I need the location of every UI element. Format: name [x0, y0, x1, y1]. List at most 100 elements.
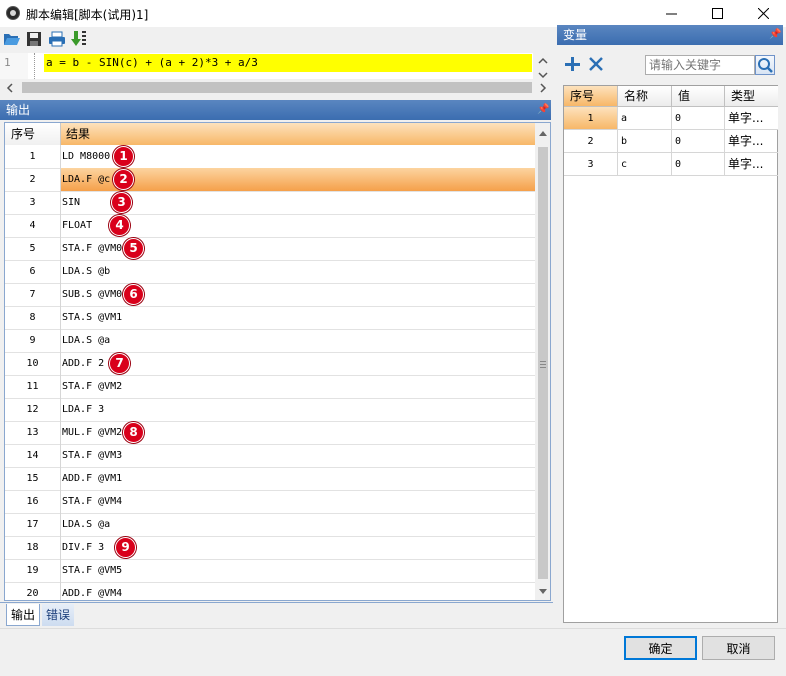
table-row[interactable]: 17 LDA.S @a — [5, 513, 535, 537]
variable-value-cell[interactable]: 0 — [672, 107, 725, 130]
editor-horizontal-scroll-thumb[interactable] — [22, 82, 532, 93]
ok-button[interactable]: 确定 — [624, 636, 697, 660]
row-index: 6 — [5, 260, 61, 283]
step-badge: 9 — [115, 537, 136, 558]
search-button[interactable] — [755, 55, 775, 75]
var-header-index[interactable]: 序号 — [564, 86, 618, 107]
variable-search-input[interactable] — [645, 55, 755, 75]
pin-icon[interactable]: 📌 — [537, 100, 549, 120]
table-row[interactable]: 6 LDA.S @b — [5, 260, 535, 284]
row-result: STA.F @VM3 — [62, 450, 123, 461]
variable-name-cell[interactable]: b — [618, 130, 672, 153]
variable-index-cell[interactable]: 2 — [564, 130, 618, 153]
variable-type-cell[interactable]: 单字... — [725, 130, 778, 153]
table-row[interactable]: 7 SUB.S @VM0 6 — [5, 283, 535, 307]
table-row[interactable]: 19 STA.F @VM5 — [5, 559, 535, 583]
table-row[interactable]: 4 FLOAT 4 — [5, 214, 535, 238]
var-header-value[interactable]: 值 — [672, 86, 725, 107]
table-row[interactable]: 15 ADD.F @VM1 — [5, 467, 535, 491]
compile-arrow-icon — [71, 31, 86, 46]
var-header-name[interactable]: 名称 — [618, 86, 672, 107]
open-button[interactable] — [3, 30, 21, 48]
variables-panel-header: 变量 📌 — [557, 25, 783, 45]
add-variable-button[interactable] — [563, 55, 583, 73]
output-table: 序号 结果 1 LD M8000 1 2 LDA.F @c 2 3 SIN 3 4 FLOAT 4 5 S… — [4, 122, 551, 601]
table-row[interactable]: 13 MUL.F @VM2 8 — [5, 421, 535, 445]
code-line[interactable]: a = b - SIN(c) + (a + 2)*3 + a/3 — [44, 54, 532, 72]
close-icon — [589, 57, 603, 71]
row-index: 8 — [5, 306, 61, 329]
row-index: 3 — [5, 191, 61, 214]
row-index: 10 — [5, 352, 61, 375]
caret-down-icon — [539, 589, 547, 594]
row-result: STA.F @VM4 — [62, 496, 123, 507]
footer-divider — [0, 628, 786, 629]
delete-variable-button[interactable] — [587, 55, 607, 73]
header-index[interactable]: 序号 — [5, 123, 61, 145]
table-row[interactable]: 3 SIN 3 — [5, 191, 535, 215]
caret-up-icon — [539, 131, 547, 136]
row-index: 13 — [5, 421, 61, 444]
table-row[interactable]: 9 LDA.S @a — [5, 329, 535, 353]
row-index: 19 — [5, 559, 61, 582]
table-row[interactable]: 16 STA.F @VM4 — [5, 490, 535, 514]
table-row[interactable]: 12 LDA.F 3 — [5, 398, 535, 422]
step-badge: 5 — [123, 238, 144, 259]
table-row[interactable]: 18 DIV.F 3 9 — [5, 536, 535, 560]
variable-name-cell[interactable]: a — [618, 107, 672, 130]
step-badge: 6 — [123, 284, 144, 305]
pin-icon[interactable]: 📌 — [769, 25, 781, 45]
table-row[interactable]: 8 STA.S @VM1 — [5, 306, 535, 330]
chevron-down-icon — [538, 72, 548, 79]
chevron-up-icon — [538, 57, 548, 64]
variable-index-cell[interactable]: 1 — [564, 107, 618, 130]
table-row[interactable]: 14 STA.F @VM3 — [5, 444, 535, 468]
plus-icon — [565, 57, 580, 71]
row-result: STA.S @VM1 — [62, 312, 123, 323]
table-row[interactable]: 11 STA.F @VM2 — [5, 375, 535, 399]
save-button[interactable] — [25, 30, 43, 48]
row-index: 1 — [5, 145, 61, 168]
save-icon — [27, 32, 41, 46]
variable-index-cell[interactable]: 3 — [564, 153, 618, 176]
variable-type-cell[interactable]: 单字... — [725, 107, 778, 130]
cancel-button[interactable]: 取消 — [702, 636, 775, 660]
tab-errors[interactable]: 错误 — [42, 604, 75, 626]
header-result[interactable]: 结果 — [61, 123, 535, 145]
row-index: 7 — [5, 283, 61, 306]
variable-value-cell[interactable]: 0 — [672, 153, 725, 176]
output-panel-title: 输出 — [6, 103, 31, 117]
step-badge: 7 — [109, 353, 130, 374]
print-button[interactable] — [48, 30, 66, 48]
tab-output[interactable]: 输出 — [6, 604, 41, 626]
table-row[interactable]: 2 LDA.F @c 2 — [5, 168, 536, 192]
variables-panel-title: 变量 — [563, 28, 588, 42]
window-title: 脚本编辑[脚本(试用)1] — [26, 8, 149, 22]
table-row[interactable]: 1 LD M8000 1 — [5, 145, 535, 169]
variable-value-cell[interactable]: 0 — [672, 130, 725, 153]
output-panel-header: 输出 📌 — [0, 100, 551, 120]
close-button[interactable] — [740, 0, 786, 27]
tab-strip-divider — [0, 602, 553, 603]
search-icon — [758, 58, 773, 73]
table-row[interactable]: 20 ADD.F @VM4 — [5, 582, 535, 600]
compile-button[interactable] — [70, 30, 88, 48]
maximize-button[interactable] — [694, 0, 740, 27]
row-result: LDA.S @b — [62, 266, 111, 277]
app-icon — [6, 6, 20, 20]
row-index: 11 — [5, 375, 61, 398]
output-table-header: 序号 结果 — [5, 123, 535, 145]
row-result: MUL.F @VM2 — [62, 427, 123, 438]
step-badge: 3 — [111, 192, 132, 213]
var-header-type[interactable]: 类型 — [725, 86, 778, 107]
variable-name-cell[interactable]: c — [618, 153, 672, 176]
row-index: 12 — [5, 398, 61, 421]
title-bar: 脚本编辑[脚本(试用)1] — [0, 0, 786, 27]
table-row[interactable]: 5 STA.F @VM0 5 — [5, 237, 535, 261]
row-index: 18 — [5, 536, 61, 559]
output-scroll-thumb[interactable] — [538, 147, 548, 579]
minimize-button[interactable] — [648, 0, 694, 27]
variable-type-cell[interactable]: 单字... — [725, 153, 778, 176]
row-result: LDA.F 3 — [62, 404, 105, 415]
table-row[interactable]: 10 ADD.F 2 7 — [5, 352, 535, 376]
